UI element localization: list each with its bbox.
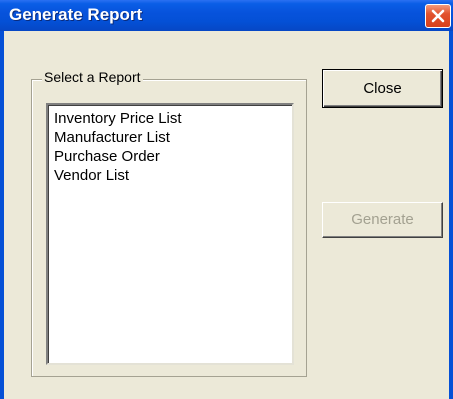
- list-item[interactable]: Vendor List: [54, 166, 129, 185]
- title-close-button[interactable]: [425, 4, 451, 28]
- title-bar[interactable]: Generate Report: [0, 0, 453, 31]
- list-item[interactable]: Manufacturer List: [54, 128, 170, 147]
- close-button[interactable]: Close: [322, 69, 443, 108]
- generate-button[interactable]: Generate: [322, 202, 443, 238]
- report-listbox[interactable]: Inventory Price List Manufacturer List P…: [46, 103, 294, 365]
- window-title: Generate Report: [9, 5, 143, 24]
- list-item[interactable]: Inventory Price List: [54, 109, 182, 128]
- close-icon: [431, 9, 445, 23]
- groupbox-label: Select a Report: [42, 69, 143, 85]
- generate-report-dialog: Generate Report Select a Report Inventor…: [0, 0, 453, 399]
- window-frame-left: [0, 31, 4, 399]
- window-frame-right: [449, 31, 453, 399]
- list-item[interactable]: Purchase Order: [54, 147, 160, 166]
